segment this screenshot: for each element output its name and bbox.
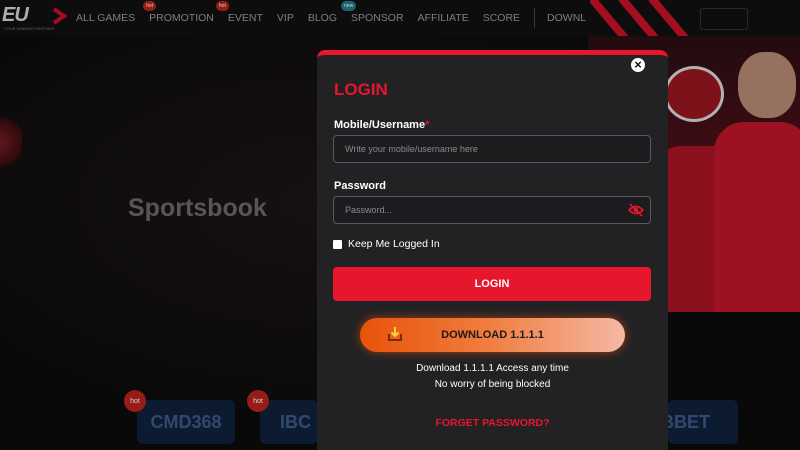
- password-label: Password: [334, 180, 386, 192]
- download-icon: [388, 327, 402, 341]
- password-input[interactable]: [334, 197, 650, 223]
- download-description-line1: Download 1.1.1.1 Access any time: [416, 363, 569, 374]
- forgot-password-link[interactable]: FORGET PASSWORD?: [317, 417, 668, 429]
- modal-title: LOGIN: [334, 80, 388, 99]
- username-field: [333, 135, 651, 163]
- download-button-label: DOWNLOAD 1.1.1.1: [441, 329, 544, 341]
- login-modal: × LOGIN Mobile/Username* Password Keep M…: [317, 50, 668, 450]
- login-button[interactable]: LOGIN: [333, 267, 651, 301]
- username-input[interactable]: [334, 136, 650, 162]
- password-field: [333, 196, 651, 224]
- eye-slash-icon[interactable]: [628, 203, 644, 217]
- remember-me[interactable]: Keep Me Logged In: [333, 238, 440, 250]
- username-label: Mobile/Username*: [334, 119, 430, 131]
- required-mark: *: [425, 119, 430, 131]
- download-button[interactable]: DOWNLOAD 1.1.1.1: [360, 318, 625, 352]
- remember-label: Keep Me Logged In: [348, 238, 440, 250]
- remember-checkbox[interactable]: [333, 239, 342, 249]
- download-description-line2: No worry of being blocked: [434, 379, 551, 390]
- close-icon[interactable]: ×: [629, 56, 647, 74]
